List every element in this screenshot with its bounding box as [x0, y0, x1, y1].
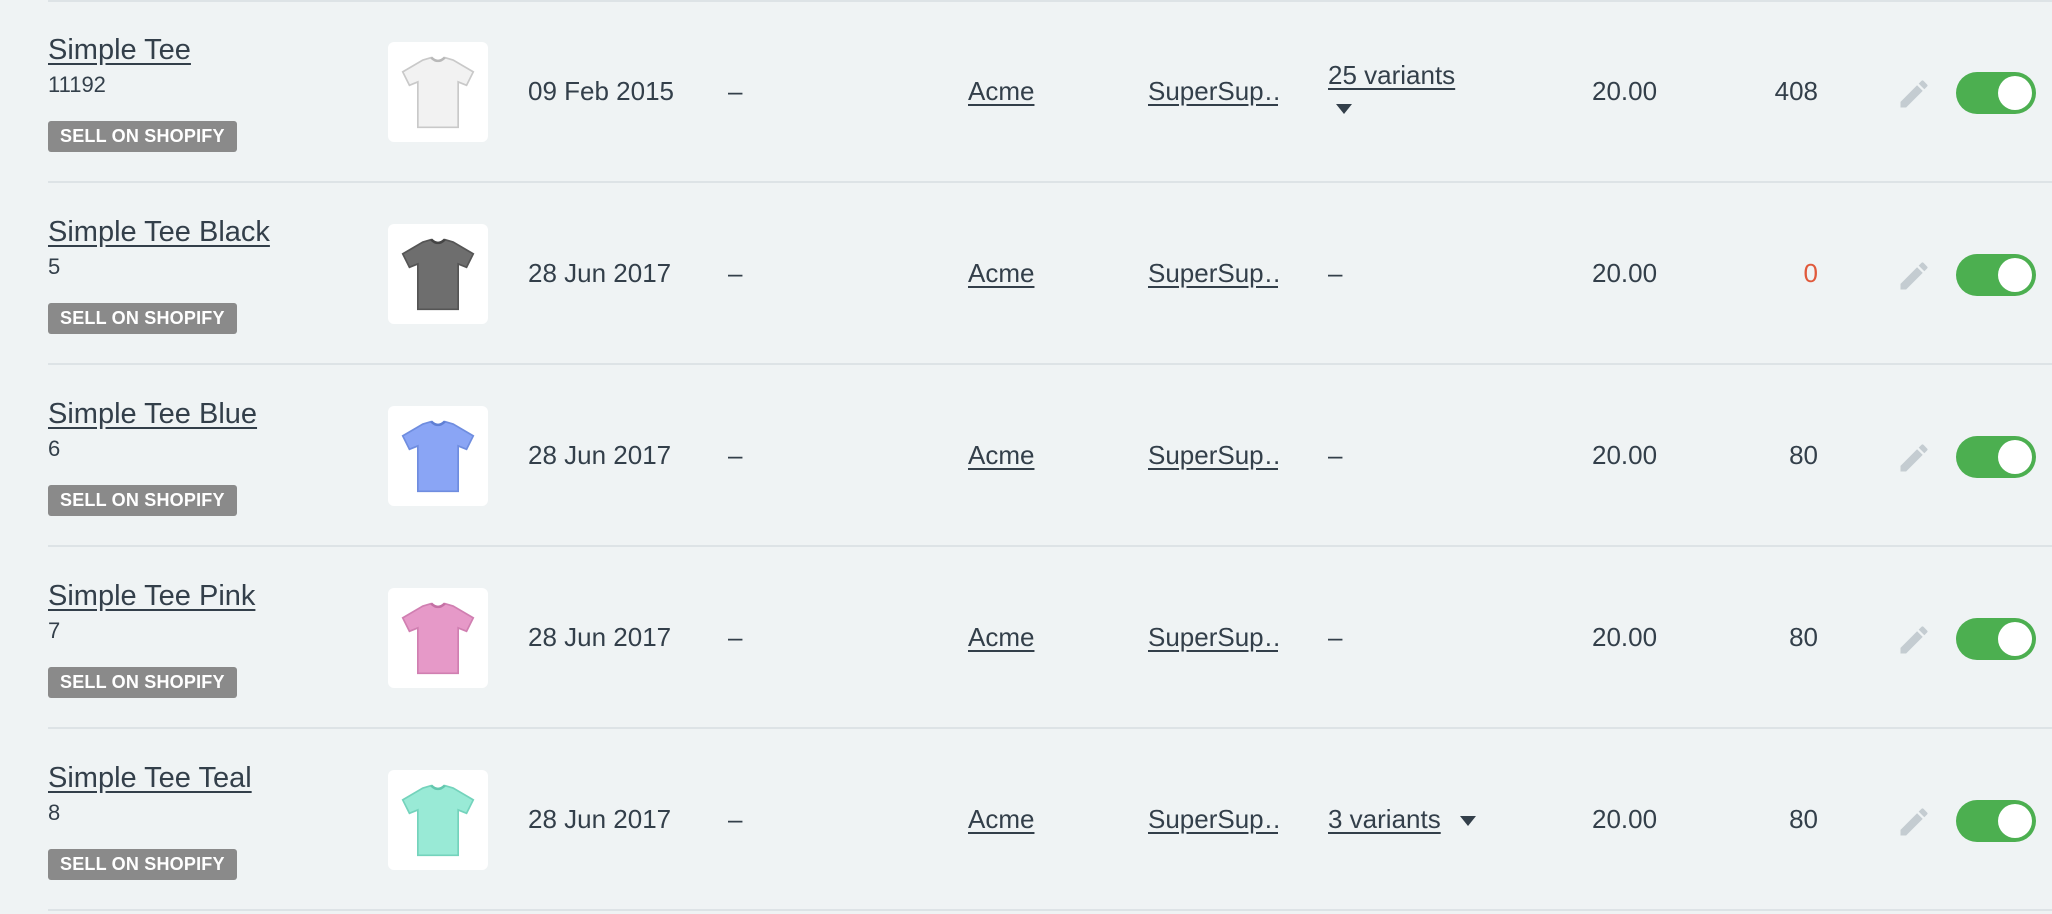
stock-count: 80 [1789, 622, 1818, 652]
table-row: Simple Tee 11192 SELL ON SHOPIFY 09 Feb … [0, 0, 2052, 183]
toggle-knob [1998, 76, 2032, 110]
product-title-link[interactable]: Simple Tee Blue [48, 398, 257, 431]
empty-value: – [728, 440, 743, 470]
table-row: Simple Tee Pink 7 SELL ON SHOPIFY 28 Jun… [0, 546, 2052, 729]
price: 20.00 [1592, 440, 1658, 470]
product-title-link[interactable]: Simple Tee Pink [48, 580, 255, 613]
price: 20.00 [1592, 804, 1658, 834]
product-thumbnail[interactable] [388, 770, 488, 870]
variants-cell: – [1328, 440, 1343, 470]
variants-cell: – [1328, 622, 1343, 652]
toggle-knob [1998, 440, 2032, 474]
variants-link[interactable]: 3 variants [1328, 804, 1441, 834]
created-date: 28 Jun 2017 [528, 804, 672, 834]
price: 20.00 [1592, 258, 1658, 288]
product-title-link[interactable]: Simple Tee Teal [48, 762, 252, 795]
variants-cell[interactable]: 25 variants [1328, 60, 1455, 91]
sell-on-shopify-badge[interactable]: SELL ON SHOPIFY [48, 485, 237, 516]
created-date: 28 Jun 2017 [528, 258, 672, 288]
sell-on-shopify-badge[interactable]: SELL ON SHOPIFY [48, 667, 237, 698]
vendor-link[interactable]: Acme [968, 76, 1034, 107]
toggle-knob [1998, 622, 2032, 656]
row-divider [48, 909, 2052, 911]
enabled-toggle[interactable] [1956, 254, 2036, 296]
caret-down-icon[interactable] [1336, 104, 1352, 114]
blue-tshirt-icon [401, 420, 475, 493]
pencil-icon[interactable] [1896, 804, 1932, 840]
product-sku: 8 [48, 800, 61, 825]
product-thumbnail[interactable] [388, 224, 488, 324]
caret-down-icon[interactable] [1459, 816, 1476, 827]
supplier-link[interactable]: SuperSup… [1148, 804, 1278, 835]
variants-link[interactable]: 25 variants [1328, 60, 1455, 90]
empty-value: – [728, 258, 743, 288]
toggle-knob [1998, 258, 2032, 292]
empty-value: – [728, 804, 743, 834]
pink-tshirt-icon [401, 602, 475, 675]
sell-on-shopify-badge[interactable]: SELL ON SHOPIFY [48, 121, 237, 152]
product-thumbnail[interactable] [388, 42, 488, 142]
enabled-toggle[interactable] [1956, 618, 2036, 660]
vendor-link[interactable]: Acme [968, 258, 1034, 289]
empty-value: – [728, 76, 743, 106]
product-sku: 6 [48, 436, 61, 461]
supplier-link[interactable]: SuperSup… [1148, 76, 1278, 107]
product-thumbnail[interactable] [388, 588, 488, 688]
pencil-icon[interactable] [1896, 258, 1932, 294]
product-sku: 5 [48, 254, 61, 279]
variants-cell[interactable]: 3 variants [1328, 804, 1476, 835]
table-row: Simple Tee Blue 6 SELL ON SHOPIFY 28 Jun… [0, 364, 2052, 547]
pencil-icon[interactable] [1896, 622, 1932, 658]
created-date: 28 Jun 2017 [528, 440, 672, 470]
price: 20.00 [1592, 76, 1658, 106]
products-table: Simple Tee 11192 SELL ON SHOPIFY 09 Feb … [0, 0, 2052, 914]
stock-count: 408 [1774, 76, 1818, 106]
variants-cell: – [1328, 258, 1343, 288]
created-date: 09 Feb 2015 [528, 76, 675, 106]
product-thumbnail[interactable] [388, 406, 488, 506]
price: 20.00 [1592, 622, 1658, 652]
table-row: Simple Tee Teal 8 SELL ON SHOPIFY 28 Jun… [0, 728, 2052, 911]
supplier-link[interactable]: SuperSup… [1148, 440, 1278, 471]
product-sku: 11192 [48, 72, 106, 97]
empty-value: – [728, 622, 743, 652]
pencil-icon[interactable] [1896, 76, 1932, 112]
created-date: 28 Jun 2017 [528, 622, 672, 652]
vendor-link[interactable]: Acme [968, 622, 1034, 653]
stock-count: 80 [1789, 440, 1818, 470]
enabled-toggle[interactable] [1956, 800, 2036, 842]
sell-on-shopify-badge[interactable]: SELL ON SHOPIFY [48, 849, 237, 880]
product-title-link[interactable]: Simple Tee Black [48, 216, 270, 249]
table-row: Simple Tee Black 5 SELL ON SHOPIFY 28 Ju… [0, 182, 2052, 365]
supplier-link[interactable]: SuperSup… [1148, 622, 1278, 653]
white-tshirt-icon [401, 56, 475, 129]
stock-count: 0 [1803, 258, 1818, 288]
vendor-link[interactable]: Acme [968, 440, 1034, 471]
teal-tshirt-icon [401, 784, 475, 857]
stock-count: 80 [1789, 804, 1818, 834]
vendor-link[interactable]: Acme [968, 804, 1034, 835]
supplier-link[interactable]: SuperSup… [1148, 258, 1278, 289]
product-sku: 7 [48, 618, 61, 643]
black-tshirt-icon [401, 238, 475, 311]
enabled-toggle[interactable] [1956, 436, 2036, 478]
pencil-icon[interactable] [1896, 440, 1932, 476]
sell-on-shopify-badge[interactable]: SELL ON SHOPIFY [48, 303, 237, 334]
product-title-link[interactable]: Simple Tee [48, 34, 191, 67]
toggle-knob [1998, 804, 2032, 838]
enabled-toggle[interactable] [1956, 72, 2036, 114]
